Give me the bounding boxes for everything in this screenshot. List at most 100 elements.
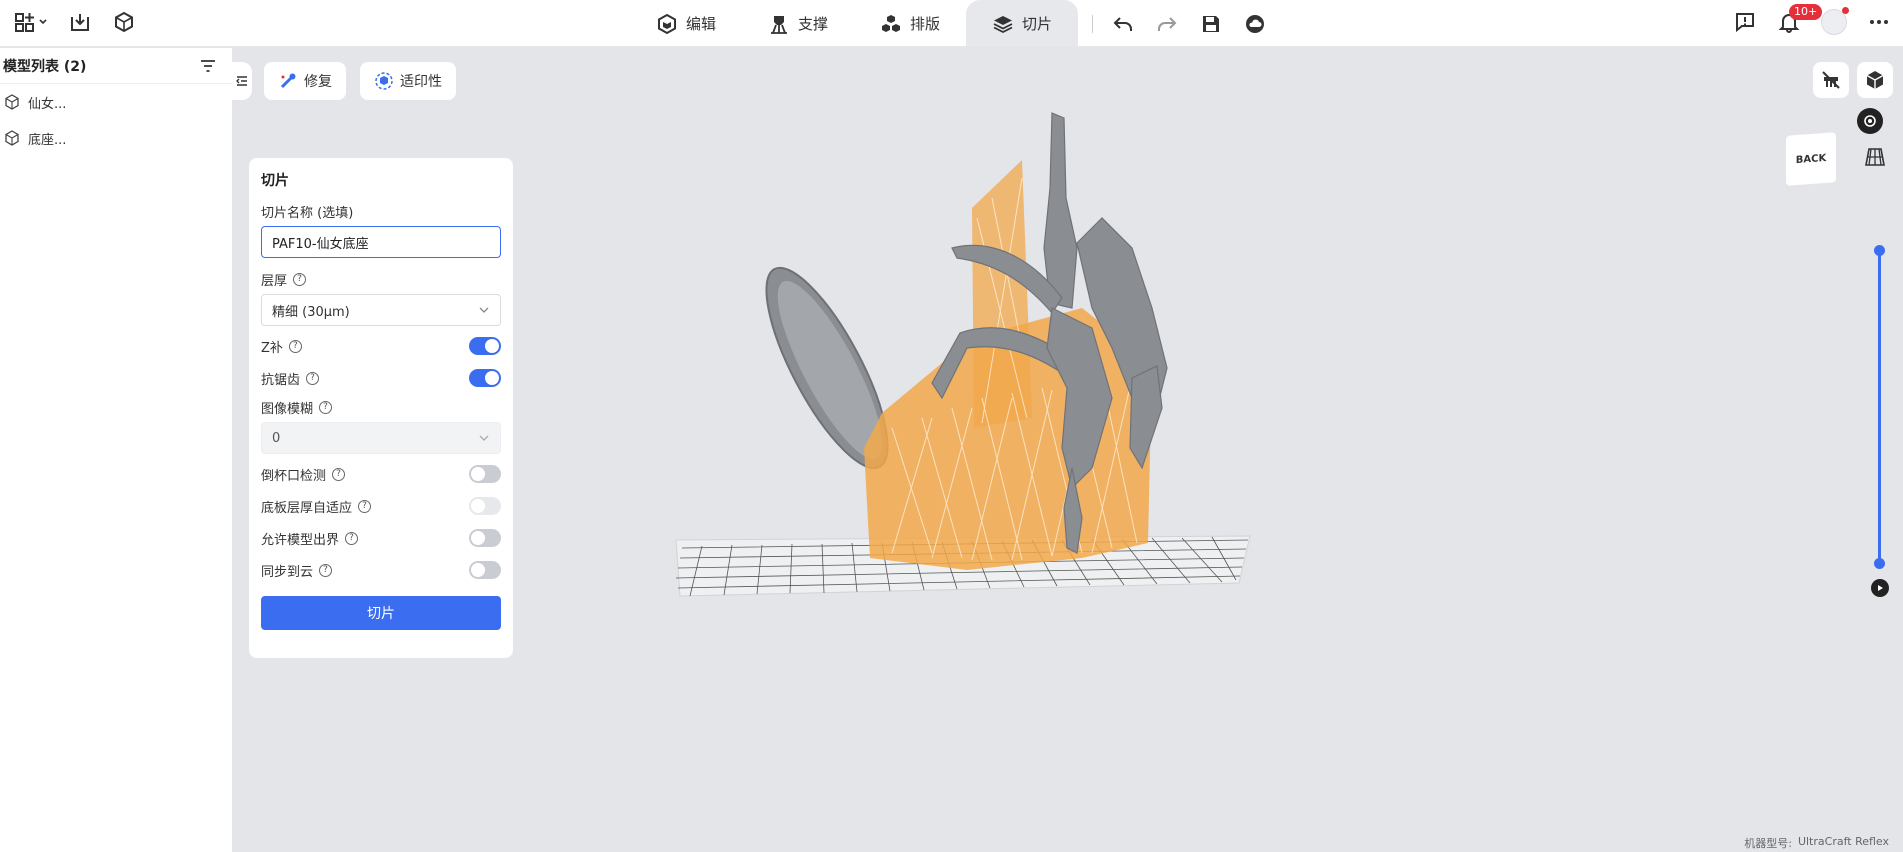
slice-name-input[interactable]: PAF10-仙女底座	[261, 226, 501, 258]
antialias-row: 抗锯齿?	[261, 362, 501, 394]
save-icon[interactable]	[1199, 12, 1223, 36]
chevron-down-icon	[479, 307, 489, 313]
play-button[interactable]	[1871, 579, 1889, 597]
help-icon[interactable]: ?	[306, 371, 320, 385]
notification-bell-icon[interactable]: 10+	[1777, 4, 1823, 34]
z-compensation-toggle[interactable]	[469, 337, 501, 355]
repair-label: 修复	[304, 74, 332, 90]
tab-support[interactable]: 支撑	[742, 0, 854, 47]
allow-outbound-row: 允许模型出界?	[261, 522, 501, 554]
model-cube-icon	[5, 130, 19, 146]
image-blur-label: 图像模糊?	[261, 396, 501, 418]
slice-settings-panel: 切片 切片名称 (选填) PAF10-仙女底座 层厚? 精细 (30μm) Z补…	[249, 158, 513, 658]
sync-cloud-label: 同步到云	[261, 564, 314, 580]
tab-edit-label: 编辑	[686, 15, 717, 33]
view-mode-button[interactable]	[1857, 62, 1893, 98]
workflow-tabs: 编辑 支撑 排版 切片	[630, 0, 1267, 47]
model-list-title: 模型列表 (2)	[3, 58, 87, 75]
model-list-header: 模型列表 (2)	[0, 48, 232, 84]
model-name: 底座...	[28, 132, 67, 148]
cup-detection-label: 倒杯口检测	[261, 468, 327, 484]
slice-name-label-text: 切片名称 (选填)	[261, 205, 354, 221]
view-cube[interactable]: BACK	[1786, 132, 1836, 186]
layer-thickness-select[interactable]: 精细 (30μm)	[261, 294, 501, 326]
cloud-icon[interactable]	[1243, 12, 1267, 36]
model-cube-icon	[5, 94, 19, 110]
machine-info: 机器型号: UltraCraft Reflex	[1744, 835, 1889, 851]
model-list-item[interactable]: 底座...	[0, 120, 232, 156]
printability-button[interactable]: 适印性	[360, 62, 456, 100]
edit-cube-icon	[658, 13, 676, 34]
layout-icon	[882, 14, 901, 32]
import-icon[interactable]	[68, 10, 92, 34]
top-bar: 编辑 支撑 排版 切片 10+	[0, 0, 1903, 47]
hide-supports-icon	[1822, 71, 1840, 89]
tab-layout[interactable]: 排版	[854, 0, 966, 47]
model-list-panel: 模型列表 (2) 仙女... 底座...	[0, 48, 232, 852]
model-list-item[interactable]: 仙女...	[0, 84, 232, 120]
support-structure	[864, 160, 1152, 570]
target-icon	[1864, 115, 1876, 127]
support-icon	[771, 15, 788, 34]
base-adaptive-row: 底板层厚自适应?	[261, 490, 501, 522]
layer-slider-track[interactable]	[1878, 250, 1881, 564]
play-icon	[1878, 585, 1883, 591]
apps-menu-icon[interactable]	[14, 10, 48, 34]
help-icon[interactable]: ?	[332, 467, 346, 481]
printability-icon	[375, 72, 393, 90]
image-blur-select[interactable]: 0	[261, 422, 501, 454]
help-icon[interactable]: ?	[358, 499, 372, 513]
repair-icon	[280, 73, 296, 89]
sync-cloud-row: 同步到云?	[261, 554, 501, 586]
top-right-tools: 10+	[1733, 4, 1891, 35]
machine-value: UltraCraft Reflex	[1797, 835, 1889, 848]
view-cube-face: BACK	[1795, 152, 1827, 166]
antialias-label: 抗锯齿	[261, 372, 301, 388]
feedback-icon[interactable]	[1733, 10, 1757, 34]
tab-layout-label: 排版	[910, 15, 941, 33]
model-cube-icon[interactable]	[112, 10, 136, 34]
help-icon[interactable]: ?	[345, 531, 359, 545]
layer-slider-top-handle[interactable]	[1874, 245, 1885, 256]
printability-label: 适印性	[400, 74, 442, 90]
slice-panel-title: 切片	[261, 173, 289, 189]
layer-thickness-label-text: 层厚	[261, 273, 288, 289]
cube-view-icon	[1866, 71, 1884, 89]
layer-thickness-value: 精细 (30μm)	[272, 304, 350, 320]
tab-edit[interactable]: 编辑	[630, 0, 742, 47]
slice-button[interactable]: 切片	[261, 596, 501, 630]
layer-slider-bottom-handle[interactable]	[1874, 558, 1885, 569]
toolbar-divider	[1092, 14, 1094, 33]
more-icon[interactable]	[1867, 10, 1891, 34]
z-compensation-row: Z补?	[261, 330, 501, 362]
repair-button[interactable]: 修复	[264, 62, 346, 100]
slice-name-value: PAF10-仙女底座	[272, 236, 369, 252]
redo-icon[interactable]	[1155, 12, 1179, 36]
help-icon[interactable]: ?	[293, 272, 307, 286]
base-adaptive-toggle[interactable]	[469, 497, 501, 515]
grid-view-button[interactable]	[1860, 142, 1890, 172]
slice-name-label: 切片名称 (选填)	[261, 200, 501, 222]
help-icon[interactable]: ?	[288, 339, 302, 353]
model-name: 仙女...	[28, 96, 67, 112]
machine-label: 机器型号:	[1744, 837, 1792, 850]
layers-icon	[993, 15, 1013, 33]
notification-badge: 10+	[1789, 4, 1823, 20]
hide-supports-button[interactable]	[1813, 62, 1849, 98]
image-blur-value: 0	[272, 430, 281, 446]
sync-cloud-toggle[interactable]	[469, 561, 501, 579]
locate-button[interactable]	[1857, 108, 1883, 134]
layer-thickness-label: 层厚?	[261, 268, 501, 290]
filter-icon[interactable]	[196, 54, 220, 78]
perspective-grid-icon	[1865, 148, 1885, 166]
antialias-toggle[interactable]	[469, 369, 501, 387]
cup-detection-toggle[interactable]	[469, 465, 501, 483]
z-compensation-label: Z补	[261, 340, 283, 356]
tab-support-label: 支撑	[798, 15, 829, 33]
help-icon[interactable]: ?	[319, 563, 333, 577]
avatar[interactable]	[1821, 7, 1849, 35]
undo-icon[interactable]	[1111, 12, 1135, 36]
tab-slice[interactable]: 切片	[966, 0, 1079, 47]
help-icon[interactable]: ?	[319, 400, 333, 414]
allow-outbound-toggle[interactable]	[469, 529, 501, 547]
